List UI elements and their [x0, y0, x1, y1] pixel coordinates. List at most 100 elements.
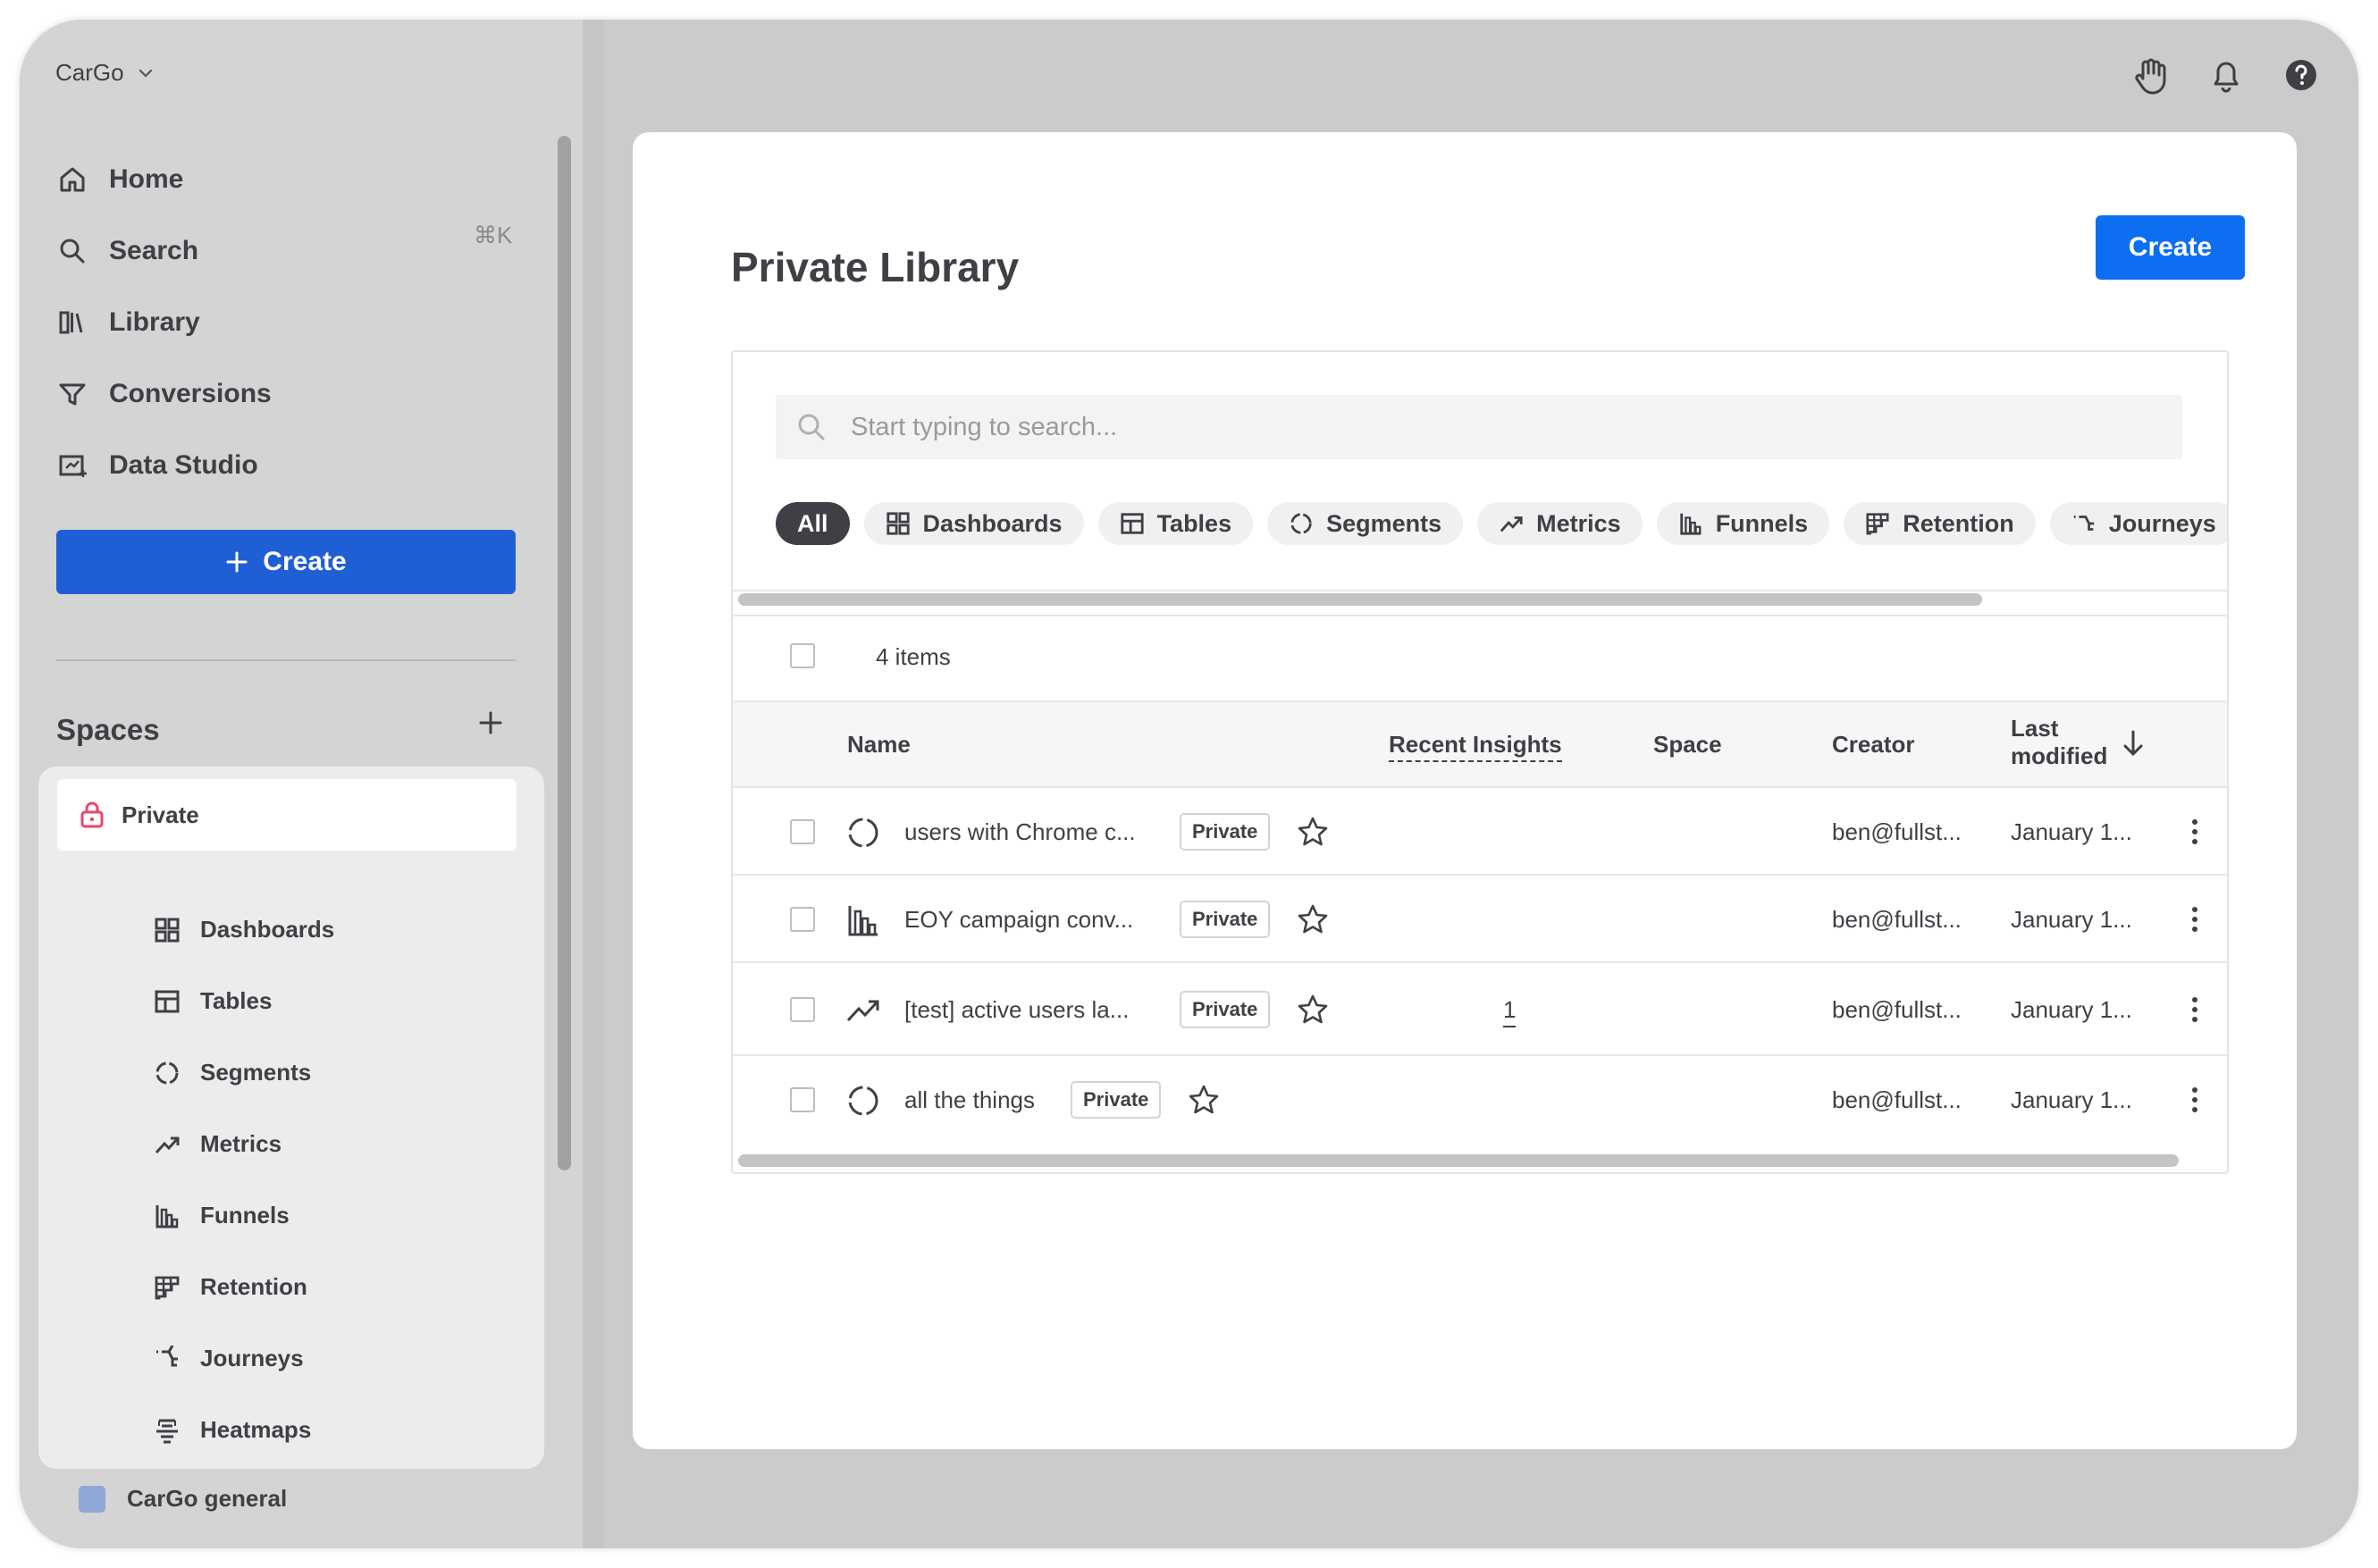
conversions-icon [57, 379, 88, 409]
filter-chip-label: Funnels [1715, 509, 1809, 537]
filter-chip-label: Dashboards [922, 509, 1063, 537]
search-icon [57, 236, 88, 266]
retention-icon [154, 1274, 181, 1301]
select-all-checkbox[interactable] [790, 643, 815, 668]
private-item-label: Metrics [200, 1130, 282, 1157]
sidebar-create-button[interactable]: Create [56, 530, 516, 594]
private-item-segments[interactable]: Segments [154, 1059, 311, 1086]
row-creator: ben@fullst... [1832, 996, 1962, 1023]
table-scrollbar[interactable] [738, 1154, 2179, 1167]
filter-chip-label: Journeys [2108, 509, 2216, 537]
column-recent-insights[interactable]: Recent Insights [1389, 731, 1562, 762]
workspace-name: CarGo [55, 59, 124, 86]
workspace-switcher[interactable]: CarGo [55, 59, 155, 87]
row-creator: ben@fullst... [1832, 906, 1962, 933]
sort-desc-icon[interactable] [2120, 729, 2147, 758]
private-item-funnels[interactable]: Funnels [154, 1202, 290, 1229]
private-item-label: Heatmaps [200, 1416, 312, 1443]
heatmaps-icon [154, 1417, 181, 1444]
nav-conversions-label: Conversions [109, 379, 272, 408]
star-icon[interactable] [1187, 1083, 1221, 1117]
page-title: Private Library [731, 244, 1020, 290]
search-shortcut: ⌘K [474, 222, 513, 248]
row-recent-insights[interactable]: 1 [1503, 996, 1517, 1027]
row-checkbox[interactable] [790, 819, 815, 844]
create-button[interactable]: Create [2096, 215, 2245, 280]
sidebar-create-label: Create [263, 547, 347, 576]
private-item-tables[interactable]: Tables [154, 987, 272, 1015]
spaces-heading: Spaces [56, 713, 160, 746]
filter-chip-segments[interactable]: Segments [1267, 502, 1464, 545]
private-item-label: Retention [200, 1273, 307, 1300]
column-space[interactable]: Space [1653, 731, 1722, 759]
nav-data-studio-label: Data Studio [109, 450, 258, 480]
space-private[interactable]: Private [57, 779, 517, 851]
private-badge: Private [1180, 991, 1271, 1028]
segments-icon [154, 1060, 181, 1086]
sidebar-scrollbar[interactable] [558, 136, 571, 1170]
row-checkbox[interactable] [790, 907, 815, 932]
more-options-icon[interactable] [2189, 1085, 2200, 1115]
funnels-icon [154, 1203, 181, 1229]
filter-chip-dashboards[interactable]: Dashboards [863, 502, 1084, 545]
space-cargo-general[interactable]: CarGo general [79, 1485, 287, 1513]
star-icon[interactable] [1296, 815, 1330, 849]
column-creator[interactable]: Creator [1832, 731, 1914, 759]
chevron-down-icon [137, 64, 155, 82]
funnels-icon [845, 902, 881, 938]
journeys-icon [154, 1345, 181, 1372]
private-item-dashboards[interactable]: Dashboards [154, 916, 334, 943]
nav-search[interactable]: Search [57, 236, 198, 266]
private-item-label: Dashboards [200, 916, 335, 943]
table-header: Name Recent Insights Space Creator Last … [733, 700, 2227, 788]
filter-chip-funnels[interactable]: Funnels [1656, 502, 1830, 545]
filter-chip-retention[interactable]: Retention [1844, 502, 2036, 545]
filters-scrollbar[interactable] [738, 593, 1982, 606]
table-row[interactable]: all the things Private ben@fullst... Jan… [733, 1056, 2227, 1144]
column-last-modified[interactable]: Last modified [2011, 715, 2107, 770]
search-input[interactable] [849, 411, 2104, 443]
star-icon[interactable] [1296, 902, 1330, 936]
row-name[interactable]: all the things [904, 1086, 1035, 1114]
private-item-heatmaps[interactable]: Heatmaps [154, 1416, 311, 1444]
private-item-metrics[interactable]: Metrics [154, 1130, 281, 1158]
private-item-retention[interactable]: Retention [154, 1273, 307, 1301]
private-item-journeys[interactable]: Journeys [154, 1345, 304, 1372]
nav-home[interactable]: Home [57, 164, 183, 195]
more-options-icon[interactable] [2189, 817, 2200, 847]
table-row[interactable]: [test] active users la... Private 1 ben@… [733, 963, 2227, 1056]
top-actions [2133, 55, 2319, 95]
sidebar: CarGo Home Search ⌘K Library Conversions… [20, 20, 584, 1548]
nav-conversions[interactable]: Conversions [57, 379, 272, 409]
row-last-modified: January 1... [2011, 906, 2132, 933]
table-row[interactable]: users with Chrome c... Private ben@fulls… [733, 788, 2227, 876]
segments-icon [845, 1083, 881, 1119]
sidebar-scroll-track [583, 20, 604, 1548]
row-checkbox[interactable] [790, 997, 815, 1022]
filter-chip-all[interactable]: All [776, 502, 850, 545]
bell-icon[interactable] [2208, 55, 2244, 95]
row-name[interactable]: users with Chrome c... [904, 818, 1136, 846]
row-checkbox[interactable] [790, 1087, 815, 1112]
row-name[interactable]: EOY campaign conv... [904, 906, 1133, 934]
items-count: 4 items [876, 643, 951, 670]
star-icon[interactable] [1296, 993, 1330, 1027]
nav-library[interactable]: Library [57, 307, 200, 338]
search-bar [776, 395, 2182, 459]
main-content: Private Library Create All Dashboards [633, 132, 2297, 1449]
segments-icon [1289, 511, 1314, 536]
space-color-swatch [79, 1485, 105, 1513]
table-row[interactable]: EOY campaign conv... Private ben@fullst.… [733, 876, 2227, 963]
row-name[interactable]: [test] active users la... [904, 996, 1129, 1024]
filter-chip-metrics[interactable]: Metrics [1477, 502, 1643, 545]
filter-chip-tables[interactable]: Tables [1097, 502, 1254, 545]
tables-icon [154, 988, 181, 1015]
nav-data-studio[interactable]: Data Studio [57, 450, 258, 481]
more-options-icon[interactable] [2189, 994, 2200, 1025]
more-options-icon[interactable] [2189, 904, 2200, 935]
add-space-icon[interactable] [477, 709, 504, 736]
filter-chip-journeys[interactable]: Journeys [2049, 502, 2227, 545]
column-name[interactable]: Name [847, 731, 911, 759]
help-icon[interactable] [2283, 55, 2319, 95]
hand-icon[interactable] [2133, 55, 2169, 95]
